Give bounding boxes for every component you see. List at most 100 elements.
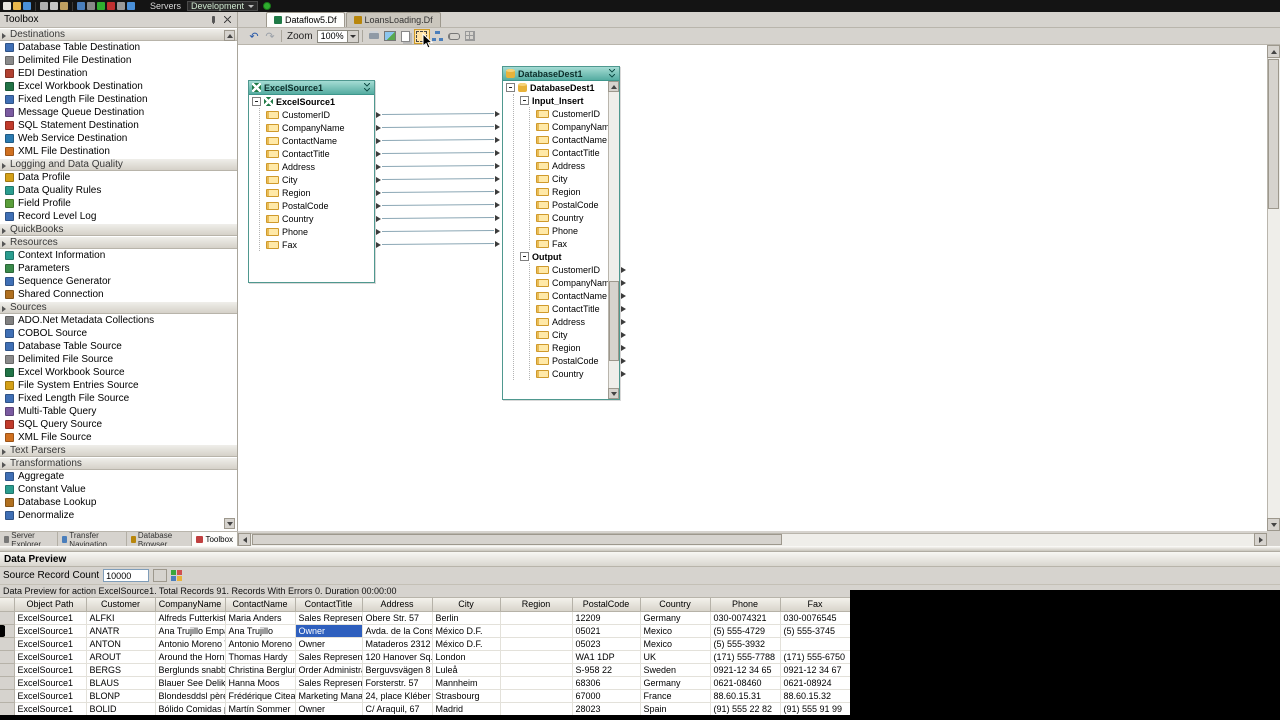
output-port-icon[interactable] xyxy=(376,228,381,235)
output-port-icon[interactable] xyxy=(621,266,626,273)
output-port-icon[interactable] xyxy=(495,188,500,195)
cell[interactable]: Blondesddsl père xyxy=(155,689,226,703)
toolbox-item[interactable]: Data Quality Rules xyxy=(0,184,237,197)
cell[interactable]: (5) 555-3932 xyxy=(710,637,781,651)
output-port-icon[interactable] xyxy=(376,176,381,183)
cell[interactable]: 68306 xyxy=(572,676,641,690)
cell[interactable]: 05023 xyxy=(572,637,641,651)
db-output-group-row[interactable]: Output xyxy=(520,250,608,263)
link-mode-icon[interactable] xyxy=(446,29,462,44)
column-header[interactable]: Object Path xyxy=(14,598,87,612)
toolbox-group-header[interactable]: Sources xyxy=(0,301,237,314)
cell[interactable]: C/ Araquil, 67 xyxy=(362,702,433,715)
cell[interactable]: Christina Berglun xyxy=(225,663,296,677)
column-header[interactable]: CompanyName xyxy=(155,598,226,612)
cell[interactable]: (5) 555-3745 xyxy=(780,624,850,638)
cell[interactable]: Martín Sommer xyxy=(225,702,296,715)
collapse-box-icon[interactable] xyxy=(506,83,515,92)
paste-icon[interactable] xyxy=(60,2,68,10)
scroll-up-button[interactable] xyxy=(608,81,619,92)
toolbox-item[interactable]: Shared Connection xyxy=(0,288,237,301)
toolbox-group-header[interactable]: Destinations xyxy=(0,28,237,41)
cell[interactable]: 67000 xyxy=(572,689,641,703)
field-row[interactable]: CustomerID xyxy=(536,107,608,120)
db-node-header[interactable]: DatabaseDest1 xyxy=(503,67,619,81)
field-row[interactable]: Address xyxy=(536,159,608,172)
output-port-icon[interactable] xyxy=(495,175,500,182)
toolbox-item[interactable]: Web Service Destination xyxy=(0,132,237,145)
toolbox-item[interactable]: COBOL Source xyxy=(0,327,237,340)
cell[interactable]: (171) 555-7788 xyxy=(710,650,781,664)
save-icon[interactable] xyxy=(23,2,31,10)
column-header[interactable]: PostalCode xyxy=(572,598,641,612)
output-port-icon[interactable] xyxy=(376,241,381,248)
cell[interactable]: WA1 1DP xyxy=(572,650,641,664)
collapse-box-icon[interactable] xyxy=(252,97,261,106)
field-row[interactable]: City xyxy=(536,172,608,185)
field-row[interactable]: Region xyxy=(536,341,608,354)
field-row[interactable]: CustomerID xyxy=(536,263,608,276)
row-selector[interactable] xyxy=(0,624,15,638)
toolbox-item[interactable]: File System Entries Source xyxy=(0,379,237,392)
toolbox-item[interactable]: EDI Destination xyxy=(0,67,237,80)
cell[interactable]: Antonio Moreno xyxy=(225,637,296,651)
cell[interactable]: 28023 xyxy=(572,702,641,715)
cell[interactable]: Sales Represent xyxy=(295,650,363,664)
cell[interactable]: BERGS xyxy=(86,663,156,677)
scroll-left-button[interactable] xyxy=(238,533,251,546)
horizontal-scrollbar[interactable] xyxy=(238,533,1267,546)
row-selector[interactable] xyxy=(0,676,15,690)
run-icon[interactable] xyxy=(263,2,272,10)
cell[interactable]: Marketing Manag xyxy=(295,689,363,703)
row-selector[interactable] xyxy=(0,702,15,715)
output-port-icon[interactable] xyxy=(621,305,626,312)
toolbox-item[interactable]: XML File Source xyxy=(0,431,237,444)
cell[interactable]: Sales Represent xyxy=(295,611,363,625)
toolbox-item[interactable]: Delimited File Destination xyxy=(0,54,237,67)
row-selector[interactable] xyxy=(0,650,15,664)
cell[interactable]: France xyxy=(640,689,711,703)
dock-tab-database-browser[interactable]: Database Browser xyxy=(127,531,193,549)
collapse-icon[interactable] xyxy=(609,69,615,78)
cell[interactable]: Germany xyxy=(640,611,711,625)
cell[interactable]: AROUT xyxy=(86,650,156,664)
output-port-icon[interactable] xyxy=(376,124,381,131)
run-icon[interactable] xyxy=(97,2,105,10)
cell[interactable]: Avda. de la Const xyxy=(362,624,433,638)
scroll-up-button[interactable] xyxy=(1267,45,1280,58)
row-selector[interactable] xyxy=(0,611,15,625)
cell[interactable]: 030-0076545 xyxy=(780,611,850,625)
field-row[interactable]: City xyxy=(536,328,608,341)
cell[interactable]: ExcelSource1 xyxy=(14,689,87,703)
cell[interactable]: Berguvsvägen 8 xyxy=(362,663,433,677)
cell[interactable]: Mataderos 2312 xyxy=(362,637,433,651)
output-port-icon[interactable] xyxy=(621,344,626,351)
cell[interactable]: Berlin xyxy=(432,611,501,625)
cell[interactable]: ExcelSource1 xyxy=(14,611,87,625)
column-header[interactable]: Address xyxy=(362,598,433,612)
field-row[interactable]: Address xyxy=(266,160,374,173)
cell[interactable]: ExcelSource1 xyxy=(14,676,87,690)
toolbox-item[interactable]: Database Table Source xyxy=(0,340,237,353)
cell[interactable]: (5) 555-4729 xyxy=(710,624,781,638)
field-row[interactable]: Address xyxy=(536,315,608,328)
toolbox-item[interactable]: Delimited File Source xyxy=(0,353,237,366)
row-selector[interactable] xyxy=(0,689,15,703)
field-row[interactable]: PostalCode xyxy=(536,198,608,211)
cell[interactable]: (91) 555 22 82 xyxy=(710,702,781,715)
cell[interactable]: BOLID xyxy=(86,702,156,715)
cell[interactable]: (91) 555 91 99 xyxy=(780,702,850,715)
cell[interactable]: (171) 555-6750 xyxy=(780,650,850,664)
column-header[interactable]: Phone xyxy=(710,598,781,612)
field-row[interactable]: ContactName xyxy=(266,134,374,147)
collapse-icon[interactable] xyxy=(364,83,370,92)
copy-diagram-icon[interactable] xyxy=(398,29,414,44)
scroll-down-button[interactable] xyxy=(224,518,235,529)
scrollbar-thumb[interactable] xyxy=(609,281,619,361)
cell[interactable]: S-958 22 xyxy=(572,663,641,677)
field-row[interactable]: Country xyxy=(536,211,608,224)
collapse-box-icon[interactable] xyxy=(520,96,529,105)
cell[interactable]: Owner xyxy=(295,702,363,715)
field-row[interactable]: Fax xyxy=(266,238,374,251)
scrollbar-thumb[interactable] xyxy=(252,534,782,545)
